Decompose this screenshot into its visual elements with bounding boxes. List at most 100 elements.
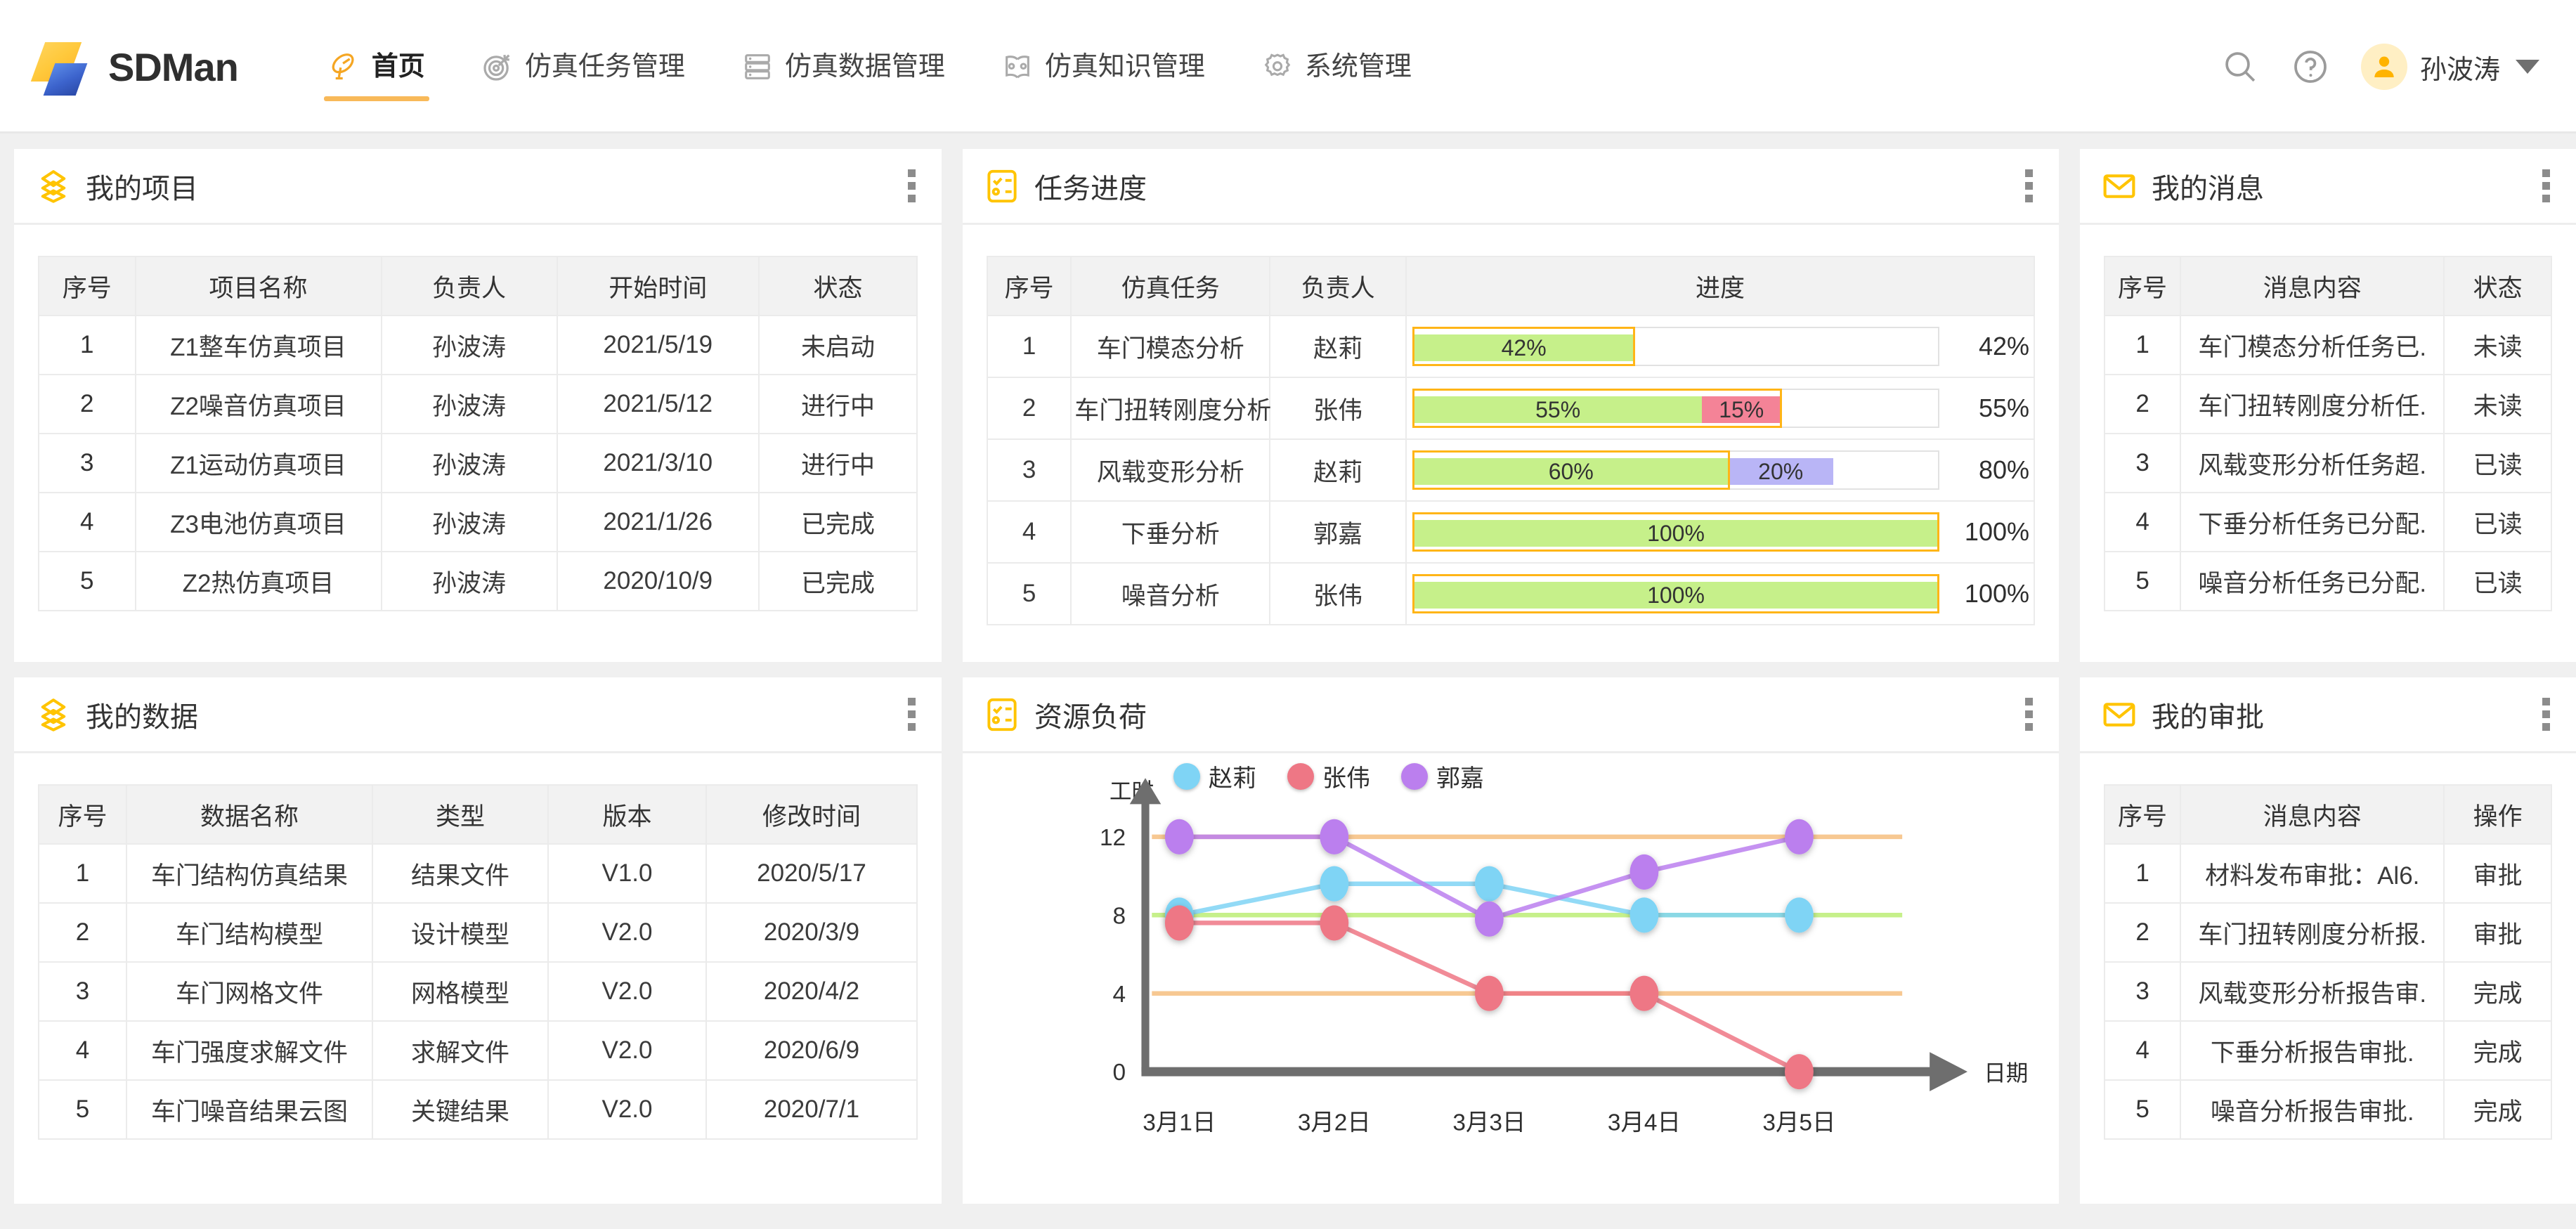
table-row[interactable]: 4 车门强度求解文件 求解文件 V2.0 2020/6/9 <box>38 1020 918 1081</box>
table-row[interactable]: 2 车门扭转刚度分析任. 未读 <box>2103 374 2552 434</box>
cell-index: 4 <box>38 1020 127 1081</box>
kebab-menu-icon[interactable] <box>2015 694 2035 735</box>
chart-data-point[interactable] <box>1320 905 1349 941</box>
app-header: SDMan 首页 仿真任务管理 仿真数据管理 仿真知识管理 系统管理 孙波涛 <box>0 0 2576 134</box>
brand-logo[interactable]: SDMan <box>30 37 239 97</box>
progress-completed-segment: 100% <box>1413 582 1938 609</box>
card-resource-load: 资源负荷 赵莉 张伟 郭嘉 工时 日期 0 4 8 12 3月1日 3月2日 3月3日 3月4日 3月5… <box>963 677 2059 1204</box>
progress-bar: 100% <box>1412 574 1939 613</box>
progress-total-label: 80% <box>1978 455 2029 484</box>
chart-data-point[interactable] <box>1164 905 1194 941</box>
chart-y-tick-label: 8 <box>1113 903 1126 929</box>
table-row[interactable]: 5 噪音分析任务已分配. 已读 <box>2103 551 2552 611</box>
table-row[interactable]: 5 噪音分析报告审批. 完成 <box>2103 1079 2552 1140</box>
column-header: 序号 <box>38 256 136 316</box>
chart-data-point[interactable] <box>1320 819 1349 854</box>
kebab-menu-icon[interactable] <box>2015 165 2035 207</box>
nav-label: 系统管理 <box>1304 52 1412 82</box>
cell-index: 4 <box>2103 492 2182 552</box>
nav-item-simulation-knowledge-management[interactable]: 仿真知识管理 <box>973 21 1233 112</box>
chart-data-point[interactable] <box>1474 975 1504 1011</box>
database-icon <box>745 54 770 79</box>
cell-action[interactable]: 完成 <box>2443 1020 2552 1081</box>
table-row[interactable]: 2 车门结构模型 设计模型 V2.0 2020/3/9 <box>38 902 918 963</box>
table-row[interactable]: 3 风载变形分析任务超. 已读 <box>2103 433 2552 493</box>
messages-table: 序号 消息内容 状态 1 车门模态分析任务已. 未读 2 车门扭转刚度分析任. … <box>2103 256 2552 611</box>
cell-index: 2 <box>38 374 136 434</box>
chart-data-point[interactable] <box>1474 901 1504 937</box>
column-header: 修改时间 <box>705 784 918 845</box>
legend-label: 郭嘉 <box>1436 765 1484 792</box>
card-title: 我的数据 <box>86 701 198 733</box>
cell-action[interactable]: 完成 <box>2443 1079 2552 1140</box>
table-row[interactable]: 4 下垂分析任务已分配. 已读 <box>2103 492 2552 552</box>
table-row[interactable]: 1 车门模态分析 赵莉 42% 42% <box>986 315 2036 378</box>
table-row[interactable]: 1 车门模态分析任务已. 未读 <box>2103 315 2552 375</box>
cell-index: 2 <box>2103 374 2182 434</box>
table-row[interactable]: 3 车门网格文件 网格模型 V2.0 2020/4/2 <box>38 961 918 1022</box>
approvals-table: 序号 消息内容 操作 1 材料发布审批：Al6. 审批 2 车门扭转刚度分析报.… <box>2103 784 2552 1140</box>
chevron-down-icon[interactable] <box>2516 60 2539 74</box>
cell-status: 未启动 <box>758 315 918 375</box>
legend-item[interactable]: 张伟 <box>1287 759 1370 793</box>
legend-item[interactable]: 赵莉 <box>1173 759 1256 793</box>
chart-data-point[interactable] <box>1320 866 1349 902</box>
kebab-menu-icon[interactable] <box>898 165 918 207</box>
card-my-messages: 我的消息 序号 消息内容 状态 1 车门模态分析任务已. 未读 2 车门扭转刚度… <box>2080 149 2576 662</box>
chart-data-point[interactable] <box>1785 819 1814 854</box>
nav-item-home[interactable]: 首页 <box>300 21 453 112</box>
card-header: 我的数据 <box>14 677 942 753</box>
cell-type: 关键结果 <box>372 1079 549 1140</box>
cell-owner: 孙波涛 <box>380 551 558 611</box>
column-header: 消息内容 <box>2180 784 2445 845</box>
table-row[interactable]: 5 Z2热仿真项目 孙波涛 2020/10/9 已完成 <box>38 551 918 611</box>
cell-version: V2.0 <box>547 1020 707 1081</box>
nav-item-simulation-task-management[interactable]: 仿真任务管理 <box>453 21 713 112</box>
table-row[interactable]: 4 下垂分析报告审批. 完成 <box>2103 1020 2552 1081</box>
table-row[interactable]: 1 Z1整车仿真项目 孙波涛 2021/5/19 未启动 <box>38 315 918 375</box>
chart-data-point[interactable] <box>1785 897 1814 933</box>
table-row[interactable]: 2 Z2噪音仿真项目 孙波涛 2021/5/12 进行中 <box>38 374 918 434</box>
table-row[interactable]: 1 材料发布审批：Al6. 审批 <box>2103 843 2552 904</box>
table-row[interactable]: 2 车门扭转刚度分析 张伟 55% 15% 55% <box>986 377 2036 440</box>
table-row[interactable]: 5 噪音分析 张伟 100% 100% <box>986 562 2036 625</box>
user-menu[interactable]: 孙波涛 <box>2360 44 2539 90</box>
table-row[interactable]: 4 下垂分析 郭嘉 100% 100% <box>986 500 2036 564</box>
column-header: 版本 <box>547 784 707 845</box>
kebab-menu-icon[interactable] <box>2532 165 2552 207</box>
column-header: 操作 <box>2443 784 2552 845</box>
kebab-menu-icon[interactable] <box>2532 694 2552 735</box>
cell-action[interactable]: 审批 <box>2443 843 2552 904</box>
cell-data-name: 车门结构模型 <box>126 902 373 963</box>
cell-index: 1 <box>2103 843 2182 904</box>
table-header-row: 序号 数据名称 类型 版本 修改时间 <box>38 784 918 845</box>
cell-action[interactable]: 审批 <box>2443 902 2552 963</box>
nav-item-system-management[interactable]: 系统管理 <box>1233 21 1440 112</box>
question-circle-icon[interactable] <box>2291 47 2330 86</box>
table-row[interactable]: 5 车门噪音结果云图 关键结果 V2.0 2020/7/1 <box>38 1079 918 1140</box>
chart-y-tick-label: 4 <box>1113 982 1126 1008</box>
cell-action[interactable]: 完成 <box>2443 961 2552 1022</box>
card-title: 我的项目 <box>86 173 198 204</box>
cell-version: V2.0 <box>547 1079 707 1140</box>
table-row[interactable]: 3 Z1运动仿真项目 孙波涛 2021/3/10 进行中 <box>38 433 918 493</box>
table-row[interactable]: 2 车门扭转刚度分析报. 审批 <box>2103 902 2552 963</box>
cell-index: 3 <box>38 433 136 493</box>
chart-data-point[interactable] <box>1629 854 1659 890</box>
table-row[interactable]: 4 Z3电池仿真项目 孙波涛 2021/1/26 已完成 <box>38 492 918 552</box>
chart-data-point[interactable] <box>1629 975 1659 1011</box>
chart-data-point[interactable] <box>1164 819 1194 854</box>
legend-item[interactable]: 郭嘉 <box>1401 759 1484 793</box>
chart-data-point[interactable] <box>1474 866 1504 902</box>
table-row[interactable]: 3 风载变形分析 赵莉 60% 20% 80% <box>986 438 2036 502</box>
table-row[interactable]: 1 车门结构仿真结果 结果文件 V1.0 2020/5/17 <box>38 843 918 904</box>
nav-item-simulation-data-management[interactable]: 仿真数据管理 <box>713 21 973 112</box>
cell-progress: 100% 100% <box>1405 562 2036 625</box>
table-row[interactable]: 3 风载变形分析报告审. 完成 <box>2103 961 2552 1022</box>
search-icon[interactable] <box>2220 47 2260 86</box>
chart-data-point[interactable] <box>1629 897 1659 933</box>
chart-data-point[interactable] <box>1785 1054 1814 1090</box>
kebab-menu-icon[interactable] <box>898 694 918 735</box>
column-header: 进度 <box>1405 256 2036 316</box>
cell-owner: 孙波涛 <box>380 374 558 434</box>
